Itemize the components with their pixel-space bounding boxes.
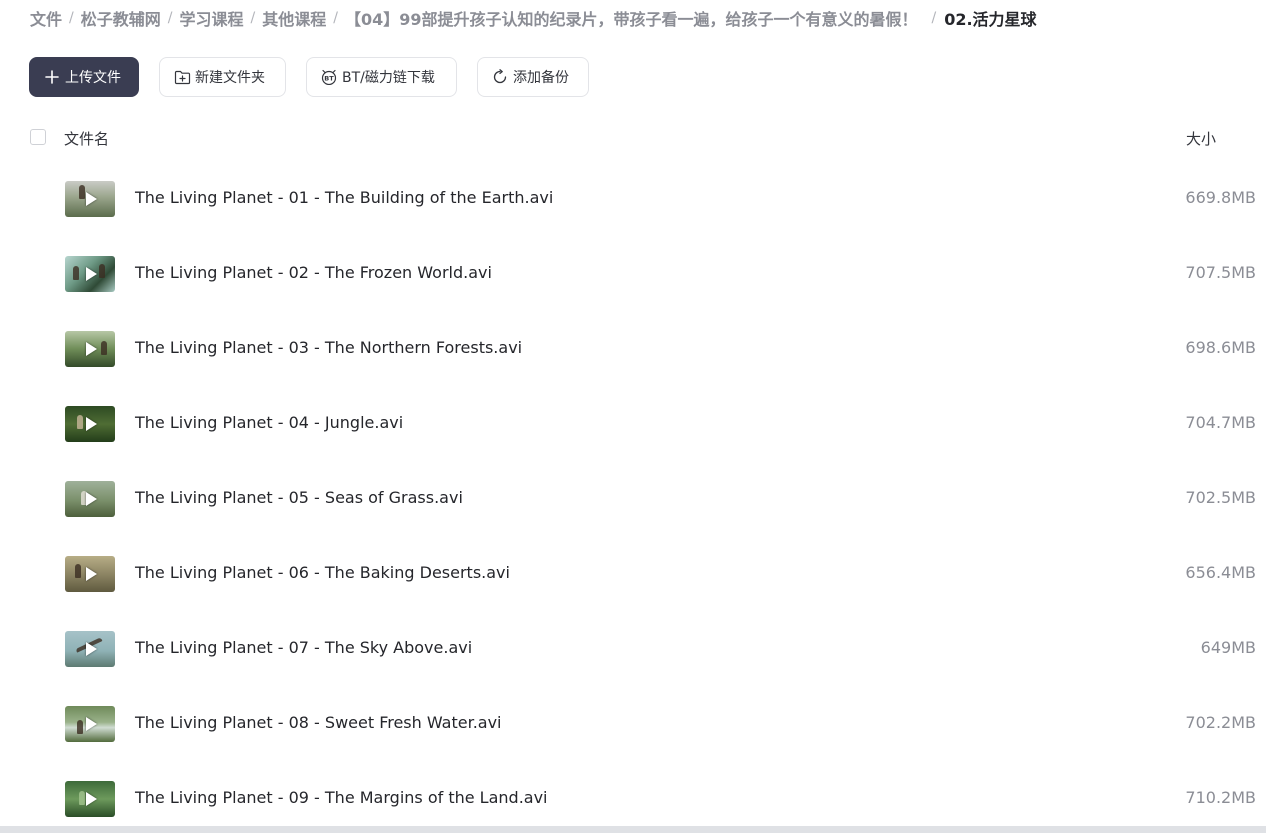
breadcrumb-separator: / xyxy=(333,10,338,26)
file-row[interactable]: The Living Planet - 07 - The Sky Above.a… xyxy=(0,611,1266,686)
video-thumbnail xyxy=(65,181,115,217)
bt-icon: BT xyxy=(320,68,338,86)
file-size: 698.6MB xyxy=(1185,338,1256,357)
breadcrumb-item-other-courses[interactable]: 其他课程 xyxy=(262,6,326,30)
bt-download-button[interactable]: BT BT/磁力链下载 xyxy=(306,57,457,97)
new-folder-button[interactable]: 新建文件夹 xyxy=(159,57,286,97)
file-size: 656.4MB xyxy=(1185,563,1256,582)
file-row[interactable]: The Living Planet - 04 - Jungle.avi 704.… xyxy=(0,386,1266,461)
video-thumbnail xyxy=(65,706,115,742)
file-name[interactable]: The Living Planet - 09 - The Margins of … xyxy=(135,788,548,807)
file-size: 704.7MB xyxy=(1185,413,1256,432)
file-size: 649MB xyxy=(1200,638,1256,657)
column-header-name[interactable]: 文件名 xyxy=(64,128,109,149)
play-icon xyxy=(86,492,97,506)
new-folder-button-label: 新建文件夹 xyxy=(195,70,265,86)
file-row[interactable]: The Living Planet - 09 - The Margins of … xyxy=(0,761,1266,833)
breadcrumb-item-documentaries[interactable]: 【04】99部提升孩子认知的纪录片，带孩子看一遍，给孩子一个有意义的暑假！ xyxy=(345,6,918,30)
file-name[interactable]: The Living Planet - 05 - Seas of Grass.a… xyxy=(135,488,463,507)
file-size: 702.5MB xyxy=(1185,488,1256,507)
play-icon xyxy=(86,342,97,356)
file-row[interactable]: The Living Planet - 05 - Seas of Grass.a… xyxy=(0,461,1266,536)
file-row[interactable]: The Living Planet - 02 - The Frozen Worl… xyxy=(0,236,1266,311)
file-list: The Living Planet - 01 - The Building of… xyxy=(0,161,1266,833)
file-name[interactable]: The Living Planet - 03 - The Northern Fo… xyxy=(135,338,522,357)
play-icon xyxy=(86,417,97,431)
plus-icon xyxy=(43,68,61,86)
svg-text:BT: BT xyxy=(324,75,334,83)
file-size: 707.5MB xyxy=(1185,263,1256,282)
file-size: 710.2MB xyxy=(1185,788,1256,807)
video-thumbnail xyxy=(65,256,115,292)
video-thumbnail xyxy=(65,556,115,592)
add-backup-button[interactable]: 添加备份 xyxy=(477,57,589,97)
column-header-size[interactable]: 大小 xyxy=(1186,128,1216,149)
file-row[interactable]: The Living Planet - 08 - Sweet Fresh Wat… xyxy=(0,686,1266,761)
breadcrumb-item-songzi[interactable]: 松子教辅网 xyxy=(81,6,161,30)
video-thumbnail xyxy=(65,631,115,667)
toolbar: 上传文件 新建文件夹 BT BT/磁力链下载 添加备份 xyxy=(29,57,589,97)
play-icon xyxy=(86,267,97,281)
file-row[interactable]: The Living Planet - 03 - The Northern Fo… xyxy=(0,311,1266,386)
file-name[interactable]: The Living Planet - 01 - The Building of… xyxy=(135,188,553,207)
file-name[interactable]: The Living Planet - 02 - The Frozen Worl… xyxy=(135,263,492,282)
file-name[interactable]: The Living Planet - 08 - Sweet Fresh Wat… xyxy=(135,713,502,732)
file-size: 669.8MB xyxy=(1185,188,1256,207)
play-icon xyxy=(86,642,97,656)
list-header: 文件名 大小 xyxy=(0,124,1266,152)
breadcrumb-separator: / xyxy=(931,10,937,26)
play-icon xyxy=(86,792,97,806)
file-name[interactable]: The Living Planet - 04 - Jungle.avi xyxy=(135,413,403,432)
upload-button-label: 上传文件 xyxy=(65,70,121,86)
file-row[interactable]: The Living Planet - 01 - The Building of… xyxy=(0,161,1266,236)
upload-button[interactable]: 上传文件 xyxy=(29,57,139,97)
file-row[interactable]: The Living Planet - 06 - The Baking Dese… xyxy=(0,536,1266,611)
breadcrumb-separator: / xyxy=(167,10,173,26)
breadcrumb-item-courses[interactable]: 学习课程 xyxy=(179,6,243,30)
refresh-icon xyxy=(491,68,509,86)
video-thumbnail xyxy=(65,406,115,442)
file-name[interactable]: The Living Planet - 07 - The Sky Above.a… xyxy=(135,638,472,657)
breadcrumb-separator: / xyxy=(250,10,256,26)
folder-plus-icon xyxy=(173,68,191,86)
file-name[interactable]: The Living Planet - 06 - The Baking Dese… xyxy=(135,563,510,582)
video-thumbnail xyxy=(65,481,115,517)
select-all-checkbox[interactable] xyxy=(30,129,46,145)
file-size: 702.2MB xyxy=(1185,713,1256,732)
bt-download-button-label: BT/磁力链下载 xyxy=(342,70,435,86)
play-icon xyxy=(86,567,97,581)
play-icon xyxy=(86,192,97,206)
breadcrumb-separator: / xyxy=(69,10,74,26)
video-thumbnail xyxy=(65,781,115,817)
add-backup-button-label: 添加备份 xyxy=(513,70,569,86)
horizontal-scrollbar[interactable] xyxy=(0,826,1266,833)
breadcrumb-item-files[interactable]: 文件 xyxy=(30,6,62,30)
breadcrumb: 文件 / 松子教辅网 / 学习课程 / 其他课程 / 【04】99部提升孩子认知… xyxy=(30,6,1037,30)
play-icon xyxy=(86,717,97,731)
breadcrumb-current: 02.活力星球 xyxy=(944,10,1037,29)
file-manager-page: 文件 / 松子教辅网 / 学习课程 / 其他课程 / 【04】99部提升孩子认知… xyxy=(0,0,1266,833)
video-thumbnail xyxy=(65,331,115,367)
